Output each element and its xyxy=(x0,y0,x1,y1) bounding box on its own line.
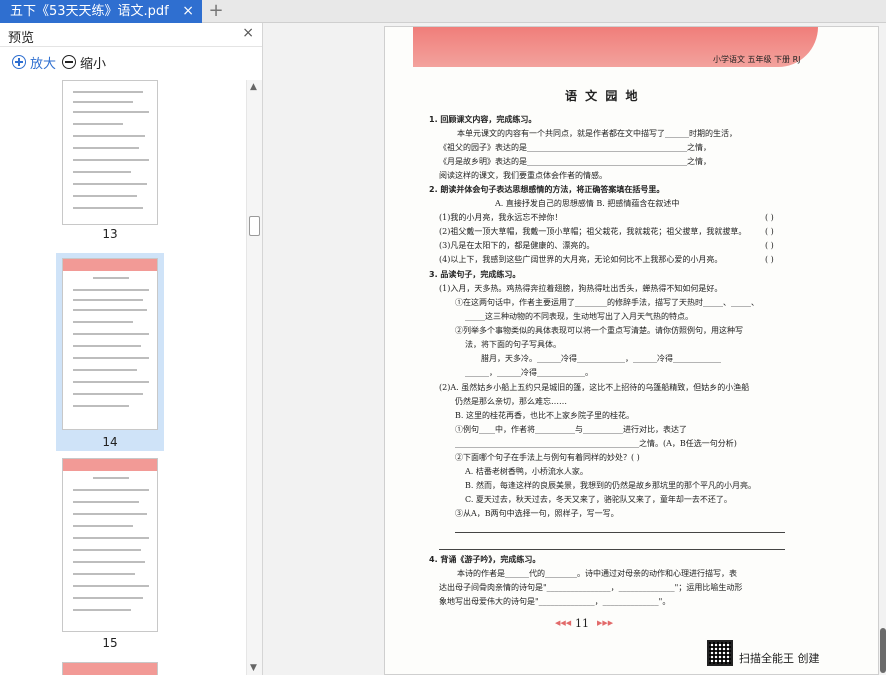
tab-title: 五下《53天天练》语文.pdf xyxy=(10,4,169,19)
zoom-in-icon xyxy=(12,55,26,69)
zoom-in-label: 放大 xyxy=(30,56,57,72)
page-number: 11 xyxy=(575,617,589,630)
scroll-up-icon[interactable]: ▲ xyxy=(250,82,257,92)
text-line: B. 这里的桂花再香，也比不上家乡院子里的桂花。 xyxy=(455,411,634,420)
zoom-out-label: 缩小 xyxy=(80,56,107,72)
text-line: (2)A. 虽然姑乡小船上五约只是城旧的篷，这比不上招待的乌篷船精致，但姑乡的小… xyxy=(439,383,750,392)
thumbnail-page-14[interactable]: 14 xyxy=(56,253,164,451)
answer-bracket: ( ) xyxy=(765,241,774,250)
tab-bar: 五下《53天天练》语文.pdf × + xyxy=(0,0,886,23)
prev-arrow-icon: ◀◀◀ xyxy=(555,619,572,627)
text-line: (1)我的小月亮，我永远忘不掉你！ xyxy=(439,213,563,222)
thumbnail-label: 14 xyxy=(102,435,118,449)
text-line: 本单元课文的内容有一个共同点，就是作者都在文中描写了______时期的生活， xyxy=(457,129,737,138)
question-heading: 3. 品读句子，完成练习。 xyxy=(429,270,521,279)
text-line: 腊月，天多冷。______冷得____________，______冷得____… xyxy=(481,354,721,363)
text-line: 法，将下面的句子写具体。 xyxy=(465,340,561,349)
thumbnail-label: 15 xyxy=(102,636,118,650)
text-line: ________________________________________… xyxy=(455,439,737,448)
zoom-toolbar: 放大 缩小 xyxy=(0,49,262,75)
thumbnail-label: 13 xyxy=(102,227,118,241)
thumbnail-image xyxy=(62,258,158,430)
text-line: 本诗的作者是______代的________。诗中通过对母亲的动作和心理进行描写… xyxy=(457,569,737,578)
zoom-out-icon xyxy=(62,55,76,69)
answer-bracket: ( ) xyxy=(765,255,774,264)
thumbnail-page-15[interactable]: 15 xyxy=(56,458,164,658)
preview-sidebar: 预览 × 放大 缩小 13 14 15 ▲ ▼ xyxy=(0,23,263,675)
text-line: (2)祖父戴一顶大草帽，我戴一顶小草帽；祖父栽花，我就栽花；祖父拔草，我就拔草。 xyxy=(439,227,747,236)
text-line: 仍然是那么亲切，那么难忘…… xyxy=(455,397,567,406)
text-line: ①例句____中，作者将__________与__________进行对比，表达… xyxy=(455,425,687,434)
qr-code-icon xyxy=(707,640,733,666)
close-sidebar-icon[interactable]: × xyxy=(242,25,254,41)
text-line: (1)入月，天多热。鸡热得奔拉着翅膀，狗热得吐出舌头，蝉热得不知如何是好。 xyxy=(439,284,723,293)
text-line: 达出母子间骨肉亲情的诗句是"________________，_________… xyxy=(439,583,743,592)
question-heading: 4. 背诵《游子吟》，完成练习。 xyxy=(429,555,541,564)
thumbnail-page-next[interactable] xyxy=(56,662,164,675)
text-line: (3)凡是在太阳下的，都是健康的、漂亮的。 xyxy=(439,241,595,250)
text-line: A. 直接抒发自己的思想感情 B. 把感情蕴含在叙述中 xyxy=(495,199,680,208)
zoom-in-button[interactable]: 放大 xyxy=(12,53,57,72)
question-heading: 2. 朗读并体会句子表达思想感情的方法，将正确答案填在括号里。 xyxy=(429,185,665,194)
text-line: ②下面哪个句子在手法上与例句有着同样的妙处？( ) xyxy=(455,453,640,462)
page-header-banner: 小学语文 五年级 下册 RJ xyxy=(413,27,818,67)
section-title: 语 文 园 地 xyxy=(565,89,640,103)
text-line: _____这三种动物的不同表现，生动地写出了入月天气热的特点。 xyxy=(465,312,693,321)
zoom-out-button[interactable]: 缩小 xyxy=(62,53,107,72)
new-tab-icon[interactable]: + xyxy=(206,0,226,23)
close-tab-icon[interactable]: × xyxy=(182,0,194,23)
question-heading: 1. 回顾课文内容，完成练习。 xyxy=(429,115,537,124)
next-arrow-icon: ▶▶▶ xyxy=(597,619,614,627)
scanner-watermark: 扫描全能王 创建 xyxy=(739,652,820,665)
text-line: ①在这两句话中，作者主要运用了________的修辞手法，描写了天热时_____… xyxy=(455,298,759,307)
answer-bracket: ( ) xyxy=(765,227,774,236)
text-line: 象地写出母爱伟大的诗句是"______________，____________… xyxy=(439,597,671,606)
scrollbar-thumb[interactable] xyxy=(249,216,260,236)
thumbnail-image xyxy=(62,458,158,632)
text-line: ______，______冷得____________。 xyxy=(465,368,593,377)
thumbnail-list: 13 14 15 xyxy=(0,80,246,675)
text-line: B. 然而，每逢这样的良辰美景，我想到的仍然是故乡那坑里的那个平凡的小月亮。 xyxy=(465,481,756,490)
document-scrollbar[interactable] xyxy=(880,628,886,673)
document-viewer: 小学语文 五年级 下册 RJ 语 文 园 地 1. 回顾课文内容，完成练习。 本… xyxy=(264,23,886,675)
sidebar-title: 预览 xyxy=(8,31,35,46)
scroll-down-icon[interactable]: ▼ xyxy=(250,663,257,673)
page-header-info: 小学语文 五年级 下册 RJ xyxy=(713,55,801,64)
text-line: (4)以上下，我感到这些广阔世界的大月亮，无论如何比不上我那心爱的小月亮。 xyxy=(439,255,723,264)
text-line: 《月是故乡明》表达的是_____________________________… xyxy=(439,157,711,166)
answer-line xyxy=(439,549,785,550)
text-line: ③从A，B两句中选择一句，照样子，写一写。 xyxy=(455,509,619,518)
answer-line xyxy=(455,532,785,533)
thumbnail-page-13[interactable]: 13 xyxy=(56,80,164,245)
text-line: 阅读这样的课文，我们要重点体会作者的情感。 xyxy=(439,171,607,180)
text-line: A. 桔番老树香鸭，小桥流水人家。 xyxy=(465,467,588,476)
thumbnail-image xyxy=(62,662,158,675)
text-line: ②列举多个事物类似的具体表现可以将一个重点写清楚。请你仿照例句，用这种写 xyxy=(455,326,743,335)
document-page: 小学语文 五年级 下册 RJ 语 文 园 地 1. 回顾课文内容，完成练习。 本… xyxy=(384,26,879,675)
document-tab[interactable]: 五下《53天天练》语文.pdf × xyxy=(0,0,202,23)
answer-bracket: ( ) xyxy=(765,213,774,222)
thumbnail-image xyxy=(62,80,158,225)
text-line: C. 夏天过去，秋天过去，冬天又来了，骆驼队又来了，童年却一去不还了。 xyxy=(465,495,732,504)
sidebar-header: 预览 × xyxy=(0,23,262,47)
text-line: 《祖父的园子》表达的是_____________________________… xyxy=(439,143,711,152)
sidebar-scrollbar[interactable]: ▲ ▼ xyxy=(246,80,262,675)
